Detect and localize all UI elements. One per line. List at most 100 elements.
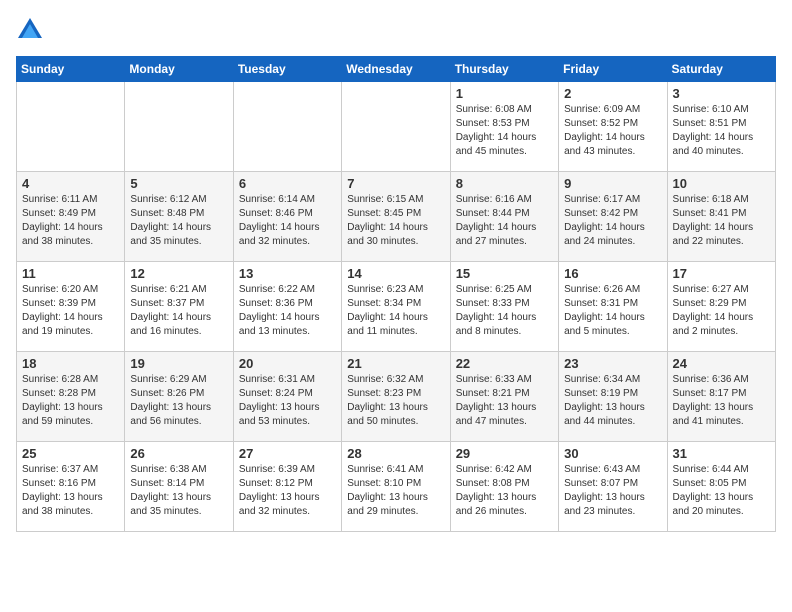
calendar-cell: 11Sunrise: 6:20 AM Sunset: 8:39 PM Dayli… — [17, 262, 125, 352]
weekday-header-friday: Friday — [559, 57, 667, 82]
weekday-header-tuesday: Tuesday — [233, 57, 341, 82]
weekday-header-monday: Monday — [125, 57, 233, 82]
weekday-header-sunday: Sunday — [17, 57, 125, 82]
calendar-cell: 7 Sunrise: 6:15 AM Sunset: 8:45 PM Daylig… — [342, 172, 450, 262]
day-number: 7 — [347, 176, 444, 191]
day-number: 26 — [130, 446, 227, 461]
calendar-cell: 21Sunrise: 6:32 AM Sunset: 8:23 PM Dayli… — [342, 352, 450, 442]
calendar-cell: 28 Sunrise: 6:41 AM Sunset: 8:10 PM Dayli… — [342, 442, 450, 532]
day-number: 21 — [347, 356, 444, 371]
day-info: Sunrise: 6:21 AM Sunset: 8:37 PM Dayligh… — [130, 283, 227, 339]
day-info: Sunrise: 6:41 AM Sunset: 8:10 PM Dayligh… — [347, 463, 444, 519]
day-info: Sunrise: 6:42 AM Sunset: 8:08 PM Dayligh… — [456, 463, 553, 519]
calendar-cell: 16 Sunrise: 6:26 AM Sunset: 8:31 PM Dayli… — [559, 262, 667, 352]
day-info: Sunrise: 6:34 AM Sunset: 8:19 PM Dayligh… — [564, 373, 661, 429]
day-number: 5 — [130, 176, 227, 191]
day-info: Sunrise: 6:15 AM Sunset: 8:45 PM Dayligh… — [347, 193, 444, 249]
calendar-cell: 13 Sunrise: 6:22 AM Sunset: 8:36 PM Dayli… — [233, 262, 341, 352]
logo-icon — [16, 16, 44, 44]
day-info: Sunrise: 6:29 AM Sunset: 8:26 PM Dayligh… — [130, 373, 227, 429]
calendar-cell: 2 Sunrise: 6:09 AM Sunset: 8:52 PM Daylig… — [559, 82, 667, 172]
day-number: 11 — [22, 266, 119, 281]
calendar-cell: 29Sunrise: 6:42 AM Sunset: 8:08 PM Dayli… — [450, 442, 558, 532]
day-info: Sunrise: 6:36 AM Sunset: 8:17 PM Dayligh… — [673, 373, 770, 429]
calendar-cell: 17Sunrise: 6:27 AM Sunset: 8:29 PM Dayli… — [667, 262, 775, 352]
day-info: Sunrise: 6:10 AM Sunset: 8:51 PM Dayligh… — [673, 103, 770, 159]
calendar-cell: 4 Sunrise: 6:11 AM Sunset: 8:49 PM Daylig… — [17, 172, 125, 262]
logo — [16, 16, 48, 44]
day-info: Sunrise: 6:26 AM Sunset: 8:31 PM Dayligh… — [564, 283, 661, 339]
day-number: 2 — [564, 86, 661, 101]
weekday-header-wednesday: Wednesday — [342, 57, 450, 82]
calendar-cell: 23 Sunrise: 6:34 AM Sunset: 8:19 PM Dayli… — [559, 352, 667, 442]
day-number: 8 — [456, 176, 553, 191]
day-info: Sunrise: 6:39 AM Sunset: 8:12 PM Dayligh… — [239, 463, 336, 519]
day-number: 30 — [564, 446, 661, 461]
day-info: Sunrise: 6:44 AM Sunset: 8:05 PM Dayligh… — [673, 463, 770, 519]
day-number: 4 — [22, 176, 119, 191]
day-info: Sunrise: 6:12 AM Sunset: 8:48 PM Dayligh… — [130, 193, 227, 249]
day-number: 22 — [456, 356, 553, 371]
day-info: Sunrise: 6:18 AM Sunset: 8:41 PM Dayligh… — [673, 193, 770, 249]
day-number: 25 — [22, 446, 119, 461]
day-number: 12 — [130, 266, 227, 281]
day-info: Sunrise: 6:25 AM Sunset: 8:33 PM Dayligh… — [456, 283, 553, 339]
calendar-cell: 22 Sunrise: 6:33 AM Sunset: 8:21 PM Dayli… — [450, 352, 558, 442]
calendar-cell: 27Sunrise: 6:39 AM Sunset: 8:12 PM Dayli… — [233, 442, 341, 532]
calendar-week-row: 18 Sunrise: 6:28 AM Sunset: 8:28 PM Dayli… — [17, 352, 776, 442]
day-number: 20 — [239, 356, 336, 371]
calendar-cell — [233, 82, 341, 172]
day-number: 6 — [239, 176, 336, 191]
weekday-header-row: SundayMondayTuesdayWednesdayThursdayFrid… — [17, 57, 776, 82]
calendar-week-row: 1Sunrise: 6:08 AM Sunset: 8:53 PM Daylig… — [17, 82, 776, 172]
calendar-week-row: 11Sunrise: 6:20 AM Sunset: 8:39 PM Dayli… — [17, 262, 776, 352]
day-number: 16 — [564, 266, 661, 281]
calendar-cell: 26Sunrise: 6:38 AM Sunset: 8:14 PM Dayli… — [125, 442, 233, 532]
calendar-cell — [342, 82, 450, 172]
calendar-cell: 20 Sunrise: 6:31 AM Sunset: 8:24 PM Dayli… — [233, 352, 341, 442]
day-info: Sunrise: 6:14 AM Sunset: 8:46 PM Dayligh… — [239, 193, 336, 249]
calendar-cell: 8 Sunrise: 6:16 AM Sunset: 8:44 PM Daylig… — [450, 172, 558, 262]
calendar-cell: 15 Sunrise: 6:25 AM Sunset: 8:33 PM Dayli… — [450, 262, 558, 352]
day-info: Sunrise: 6:33 AM Sunset: 8:21 PM Dayligh… — [456, 373, 553, 429]
day-number: 18 — [22, 356, 119, 371]
day-number: 15 — [456, 266, 553, 281]
calendar-cell: 6 Sunrise: 6:14 AM Sunset: 8:46 PM Daylig… — [233, 172, 341, 262]
weekday-header-saturday: Saturday — [667, 57, 775, 82]
weekday-header-thursday: Thursday — [450, 57, 558, 82]
day-number: 3 — [673, 86, 770, 101]
calendar-cell: 5 Sunrise: 6:12 AM Sunset: 8:48 PM Daylig… — [125, 172, 233, 262]
day-number: 23 — [564, 356, 661, 371]
calendar-cell — [17, 82, 125, 172]
day-info: Sunrise: 6:37 AM Sunset: 8:16 PM Dayligh… — [22, 463, 119, 519]
day-number: 28 — [347, 446, 444, 461]
day-number: 10 — [673, 176, 770, 191]
calendar-cell: 19Sunrise: 6:29 AM Sunset: 8:26 PM Dayli… — [125, 352, 233, 442]
day-number: 9 — [564, 176, 661, 191]
day-number: 24 — [673, 356, 770, 371]
day-info: Sunrise: 6:22 AM Sunset: 8:36 PM Dayligh… — [239, 283, 336, 339]
day-info: Sunrise: 6:28 AM Sunset: 8:28 PM Dayligh… — [22, 373, 119, 429]
day-info: Sunrise: 6:08 AM Sunset: 8:53 PM Dayligh… — [456, 103, 553, 159]
calendar-cell: 30 Sunrise: 6:43 AM Sunset: 8:07 PM Dayli… — [559, 442, 667, 532]
calendar-cell: 3 Sunrise: 6:10 AM Sunset: 8:51 PM Daylig… — [667, 82, 775, 172]
day-info: Sunrise: 6:23 AM Sunset: 8:34 PM Dayligh… — [347, 283, 444, 339]
calendar-cell: 31 Sunrise: 6:44 AM Sunset: 8:05 PM Dayli… — [667, 442, 775, 532]
day-info: Sunrise: 6:16 AM Sunset: 8:44 PM Dayligh… — [456, 193, 553, 249]
day-info: Sunrise: 6:11 AM Sunset: 8:49 PM Dayligh… — [22, 193, 119, 249]
calendar-cell: 9 Sunrise: 6:17 AM Sunset: 8:42 PM Daylig… — [559, 172, 667, 262]
day-number: 31 — [673, 446, 770, 461]
calendar-week-row: 25 Sunrise: 6:37 AM Sunset: 8:16 PM Dayli… — [17, 442, 776, 532]
day-info: Sunrise: 6:43 AM Sunset: 8:07 PM Dayligh… — [564, 463, 661, 519]
calendar-cell: 1Sunrise: 6:08 AM Sunset: 8:53 PM Daylig… — [450, 82, 558, 172]
calendar-table: SundayMondayTuesdayWednesdayThursdayFrid… — [16, 56, 776, 532]
calendar-cell: 25 Sunrise: 6:37 AM Sunset: 8:16 PM Dayli… — [17, 442, 125, 532]
page-header — [16, 16, 776, 44]
day-info: Sunrise: 6:27 AM Sunset: 8:29 PM Dayligh… — [673, 283, 770, 339]
day-number: 13 — [239, 266, 336, 281]
day-info: Sunrise: 6:09 AM Sunset: 8:52 PM Dayligh… — [564, 103, 661, 159]
calendar-cell: 12 Sunrise: 6:21 AM Sunset: 8:37 PM Dayli… — [125, 262, 233, 352]
calendar-week-row: 4 Sunrise: 6:11 AM Sunset: 8:49 PM Daylig… — [17, 172, 776, 262]
day-info: Sunrise: 6:31 AM Sunset: 8:24 PM Dayligh… — [239, 373, 336, 429]
day-info: Sunrise: 6:17 AM Sunset: 8:42 PM Dayligh… — [564, 193, 661, 249]
